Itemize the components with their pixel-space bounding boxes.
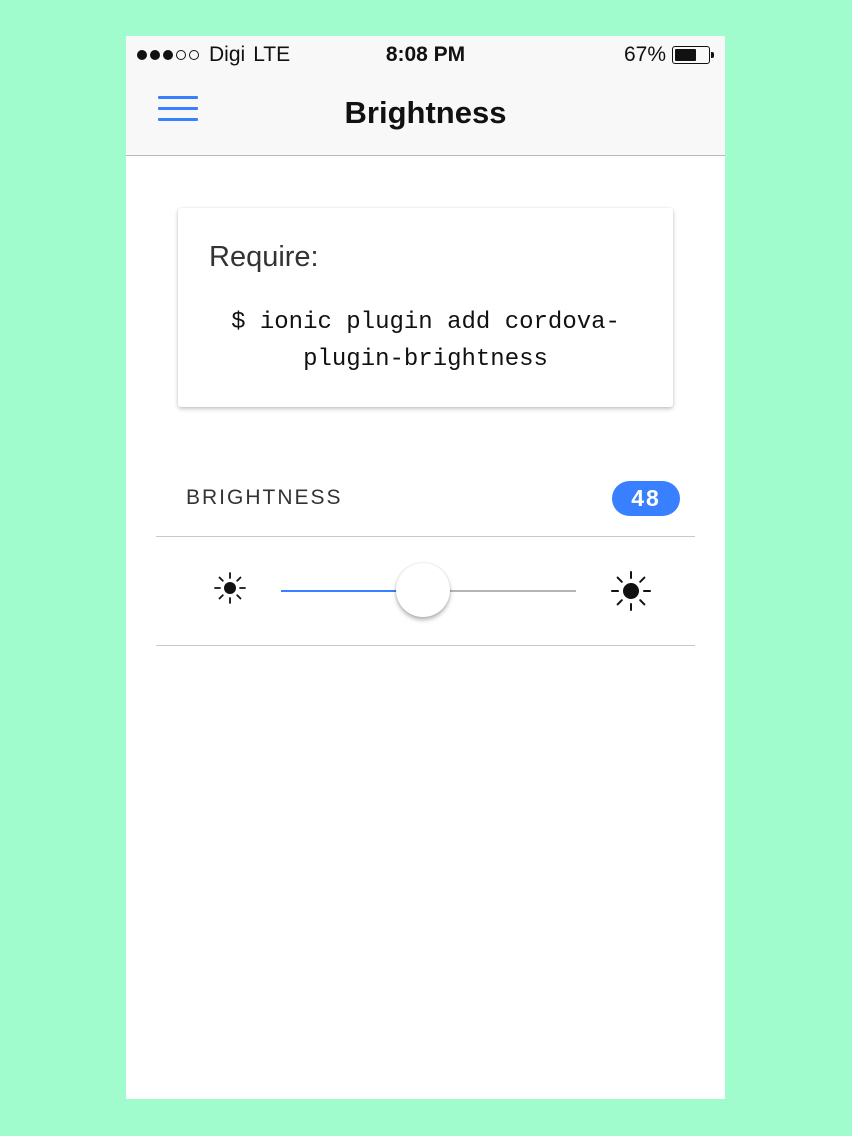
require-card: Require: $ ionic plugin add cordova- plu… — [178, 208, 673, 407]
brightness-range-item — [156, 536, 695, 646]
slider-knob[interactable] — [395, 563, 450, 617]
brightness-slider[interactable] — [281, 563, 576, 617]
brightness-value-badge: 48 — [612, 481, 680, 516]
install-command-line-2: plugin-brightness — [303, 346, 548, 373]
status-bar: Digi LTE 8:08 PM 67% — [126, 36, 725, 76]
battery-percent: 67% — [623, 43, 666, 66]
app-screen: Digi LTE 8:08 PM 67% Brightness Require:… — [126, 36, 725, 1099]
navbar: Brightness — [126, 76, 725, 156]
sun-large-icon — [611, 571, 651, 611]
brightness-label: BRIGHTNESS — [186, 486, 343, 509]
battery-icon — [672, 46, 714, 64]
page-title: Brightness — [344, 95, 507, 130]
status-right: 67% — [624, 43, 714, 67]
card-title: Require: — [209, 241, 319, 273]
brightness-list-header: BRIGHTNESS 48 — [156, 466, 695, 537]
sun-small-icon — [214, 572, 246, 604]
install-command-line-1: $ ionic plugin add cordova- — [231, 309, 620, 336]
install-command: $ ionic plugin add cordova- plugin-brigh… — [178, 304, 673, 378]
